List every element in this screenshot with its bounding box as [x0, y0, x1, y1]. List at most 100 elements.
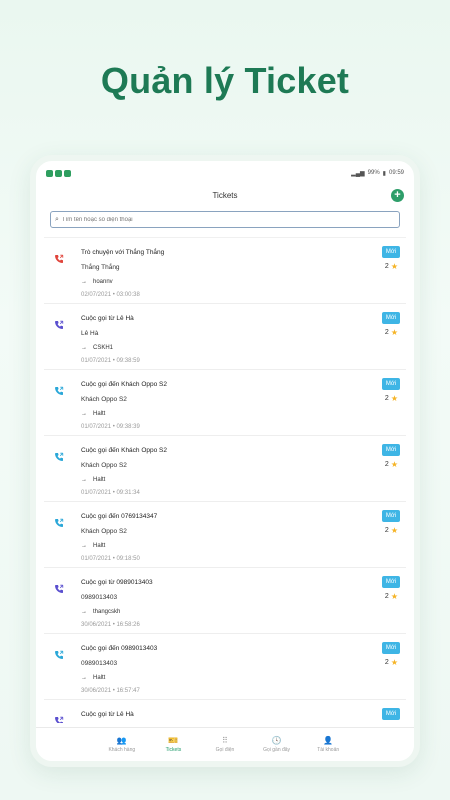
status-badge: Mới	[382, 378, 400, 390]
ticket-list[interactable]: Trò chuyện với Thắng Thắng Thắng Thắng →…	[44, 237, 406, 723]
rating-value: 2	[384, 659, 389, 666]
nav-item-people[interactable]: 👥 Khách hàng	[102, 736, 142, 753]
ticket-title: Cuộc gọi từ Lê Hà	[81, 315, 134, 322]
nav-item-ticket[interactable]: 🎫 Tickets	[153, 736, 193, 753]
nav-item-clock[interactable]: 🕓 Gọi gần đây	[257, 736, 297, 753]
ticket-date: 01/07/2021 • 09:38:59	[81, 358, 140, 364]
ticket-contact: Thắng Thắng	[81, 264, 120, 271]
ticket-title: Cuộc gọi đến Khách Oppo S2	[81, 381, 168, 388]
ticket-contact: 0989013403	[81, 660, 118, 667]
ticket-assignee: Haltt	[93, 411, 106, 417]
clock-icon: 🕓	[271, 736, 282, 745]
battery-icon: ▮	[382, 170, 386, 177]
arrow-right-icon: →	[81, 279, 87, 285]
ticket-assignee: thangcskh	[93, 609, 121, 615]
ticket-row[interactable]: Cuộc gọi từ Lê Hà Lê Hà → CSKH1 01/07/202…	[44, 304, 406, 370]
ticket-rating: 2 ★	[385, 394, 398, 403]
status-badge: Mới	[382, 708, 400, 720]
nav-label: Gọi gần đây	[263, 747, 291, 753]
ticket-rating: 2 ★	[385, 328, 398, 337]
ticket-row[interactable]: Cuộc gọi đến Khách Oppo S2 Khách Oppo S2…	[44, 436, 406, 502]
status-badge: Mới	[382, 576, 400, 588]
star-icon: ★	[390, 526, 398, 535]
search-icon: ⌕	[55, 215, 59, 223]
add-ticket-button[interactable]: +	[391, 189, 404, 202]
star-icon: ★	[390, 262, 398, 271]
ticket-contact: Khách Oppo S2	[81, 396, 127, 403]
ticket-title: Cuộc gọi đến 0769134347	[81, 513, 158, 520]
ticket-row[interactable]: Cuộc gọi đến 0989013403 0989013403 → Halt…	[44, 634, 406, 700]
ticket-assignee-line: → Haltt	[81, 543, 105, 549]
clock-time: 09:59	[388, 170, 404, 176]
ticket-assignee-line: → hoannv	[81, 279, 113, 285]
phone-call-icon	[55, 716, 64, 723]
status-badge: Mới	[382, 246, 400, 258]
ticket-date: 02/07/2021 • 03:00:38	[81, 292, 140, 298]
rating-value: 2	[384, 527, 389, 534]
status-badge: Mới	[382, 510, 400, 522]
bottom-nav: 👥 Khách hàng 🎫 Tickets ⠿ Gọi điện 🕓 Gọi …	[36, 727, 414, 761]
page-title: Tickets	[212, 191, 238, 200]
ticket-rating: 2 ★	[385, 526, 398, 535]
ticket-date: 01/07/2021 • 09:38:39	[81, 424, 140, 430]
ticket-title: Cuộc gọi đến 0989013403	[81, 645, 158, 652]
ticket-date: 30/06/2021 • 16:58:26	[81, 622, 140, 628]
ticket-row[interactable]: Cuộc gọi từ 0989013403 0989013403 → thang…	[44, 568, 406, 634]
ticket-row[interactable]: Cuộc gọi đến 0769134347 Khách Oppo S2 → H…	[44, 502, 406, 568]
ticket-icon: 🎫	[168, 736, 179, 745]
status-indicators: ▂▄▆ 99% ▮ 09:59	[351, 170, 404, 177]
star-icon: ★	[390, 592, 398, 601]
arrow-right-icon: →	[81, 543, 87, 549]
ticket-date: 30/06/2021 • 16:57:47	[81, 688, 140, 694]
battery-level: 99%	[367, 170, 380, 176]
status-app-icons	[46, 169, 71, 177]
ticket-date: 01/07/2021 • 09:18:50	[81, 556, 140, 562]
app-bar: Tickets +	[36, 185, 414, 207]
phone-call-icon	[55, 386, 64, 395]
ticket-assignee: Haltt	[93, 477, 106, 483]
ticket-date: 01/07/2021 • 09:31:34	[81, 490, 140, 496]
nav-item-person[interactable]: 👤 Tài khoản	[308, 736, 348, 753]
status-badge: Mới	[382, 312, 400, 324]
rating-value: 2	[384, 263, 389, 270]
ticket-contact: Khách Oppo S2	[81, 462, 127, 469]
arrow-right-icon: →	[81, 477, 87, 483]
ticket-title: Cuộc gọi đến Khách Oppo S2	[81, 447, 168, 454]
status-badge: Mới	[382, 642, 400, 654]
nav-label: Tài khoản	[317, 747, 340, 753]
nav-label: Gọi điện	[215, 747, 235, 753]
rating-value: 2	[384, 593, 389, 600]
ticket-assignee: CSKH1	[93, 345, 114, 351]
nav-item-dialpad[interactable]: ⠿ Gọi điện	[205, 736, 245, 753]
ticket-row[interactable]: Trò chuyện với Thắng Thắng Thắng Thắng →…	[44, 238, 406, 304]
phone-call-icon	[55, 320, 64, 329]
phone-call-icon	[55, 518, 64, 527]
phone-call-icon	[55, 452, 64, 461]
arrow-right-icon: →	[81, 609, 87, 615]
ticket-assignee: hoannv	[93, 279, 113, 285]
rating-value: 2	[384, 395, 389, 402]
status-bar: ▂▄▆ 99% ▮ 09:59	[46, 167, 404, 179]
rating-value: 2	[384, 461, 389, 468]
hero-title: Quản lý Ticket	[100, 60, 350, 101]
phone-call-icon	[55, 254, 64, 263]
search-input[interactable]	[61, 216, 372, 223]
ticket-assignee: Haltt	[93, 675, 106, 681]
ticket-row[interactable]: Cuộc gọi từ Lê Hà Mới ★	[44, 700, 406, 723]
star-icon: ★	[390, 460, 398, 469]
ticket-rating: 2 ★	[385, 592, 398, 601]
ticket-assignee-line: → Haltt	[81, 411, 105, 417]
ticket-rating: 2 ★	[385, 460, 398, 469]
phone-call-icon	[55, 584, 64, 593]
ticket-assignee: Haltt	[93, 543, 106, 549]
ticket-row[interactable]: Cuộc gọi đến Khách Oppo S2 Khách Oppo S2…	[44, 370, 406, 436]
star-icon: ★	[390, 658, 398, 667]
app-notification-icon	[55, 169, 62, 177]
ticket-rating: 2 ★	[385, 658, 398, 667]
signal-icon: ▂▄▆	[351, 170, 365, 177]
dialpad-icon: ⠿	[222, 736, 228, 745]
device-frame: ▂▄▆ 99% ▮ 09:59 Tickets + ⌕ Trò chuyện v…	[30, 155, 420, 767]
search-box[interactable]: ⌕	[50, 211, 400, 228]
ticket-assignee-line: → thangcskh	[81, 609, 120, 615]
nav-label: Khách hàng	[108, 747, 136, 753]
